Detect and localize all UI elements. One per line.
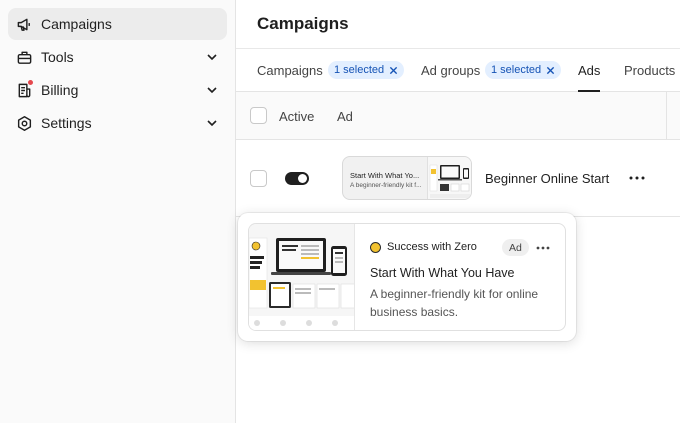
column-header-active[interactable]: Active (279, 109, 314, 124)
tab-bar: Campaigns 1 selected Ad groups 1 selecte… (236, 49, 680, 92)
more-options-icon[interactable] (629, 176, 645, 180)
chip-label: 1 selected (491, 64, 542, 76)
tab-label: Ad groups (421, 62, 481, 78)
sidebar: Campaigns Tools Billing Settings (0, 0, 236, 423)
ad-thumbnail[interactable]: Start With What Yo... A beginner-friendl… (342, 156, 472, 200)
sidebar-item-label: Campaigns (41, 16, 112, 32)
tab-products[interactable]: Products (624, 49, 675, 91)
sidebar-item-campaigns[interactable]: Campaigns (8, 8, 227, 40)
tab-label: Products (624, 62, 676, 78)
campaigns-filter-chip[interactable]: 1 selected (328, 61, 405, 79)
thumbnail-title: Start With What Yo... (350, 171, 420, 180)
tab-ad-groups[interactable]: Ad groups (421, 49, 480, 91)
row-checkbox[interactable] (250, 170, 267, 187)
ad-name[interactable]: Beginner Online Start (485, 171, 609, 186)
tab-label: Ads (578, 62, 601, 78)
chip-label: 1 selected (334, 64, 385, 76)
table-row[interactable]: Start With What Yo... A beginner-friendl… (236, 140, 680, 217)
toolbox-icon (15, 48, 33, 66)
column-header-ad[interactable]: Ad (337, 109, 353, 124)
ad-headline: Start With What You Have (370, 266, 515, 280)
chevron-down-icon (207, 120, 217, 127)
table-header: Active Ad (236, 92, 680, 140)
close-icon[interactable] (546, 66, 555, 75)
receipt-icon (15, 79, 34, 99)
ad-groups-filter-chip[interactable]: 1 selected (485, 61, 562, 79)
ad-description: A beginner-friendly kit for online busin… (370, 287, 539, 319)
select-all-checkbox[interactable] (250, 107, 267, 124)
toggle-knob (298, 174, 307, 183)
ad-preview-image (249, 224, 355, 330)
sidebar-item-settings[interactable]: Settings (8, 107, 227, 139)
ad-preview-popover: Success with Zero Ad Start With What You… (238, 213, 576, 341)
chevron-down-icon (207, 54, 217, 61)
thumbnail-image (427, 157, 471, 199)
notification-dot (27, 79, 34, 86)
ad-preview-card[interactable]: Success with Zero Ad Start With What You… (248, 223, 566, 331)
sidebar-item-label: Tools (41, 49, 74, 65)
chevron-down-icon (207, 87, 217, 94)
ad-badge: Ad (502, 239, 529, 256)
page-title: Campaigns (257, 14, 349, 33)
brand-logo-icon (370, 241, 381, 253)
tab-label: Campaigns (257, 62, 323, 78)
megaphone-icon (15, 15, 33, 33)
column-divider (666, 92, 667, 140)
sidebar-item-label: Settings (41, 115, 92, 131)
sidebar-item-label: Billing (41, 82, 79, 98)
main-content: Campaigns Campaigns 1 selected Ad groups… (236, 0, 680, 423)
brand-name: Success with Zero (387, 241, 477, 253)
sidebar-item-tools[interactable]: Tools (8, 41, 227, 73)
advertiser-brand: Success with Zero (370, 241, 477, 253)
active-toggle[interactable] (285, 172, 309, 185)
more-options-icon[interactable] (536, 246, 550, 250)
gear-icon (15, 114, 33, 132)
tab-ads[interactable]: Ads (578, 49, 601, 92)
tab-campaigns[interactable]: Campaigns (257, 49, 323, 91)
thumbnail-subtitle: A beginner-friendly kit f... (350, 182, 422, 189)
close-icon[interactable] (389, 66, 398, 75)
sidebar-item-billing[interactable]: Billing (8, 74, 227, 106)
